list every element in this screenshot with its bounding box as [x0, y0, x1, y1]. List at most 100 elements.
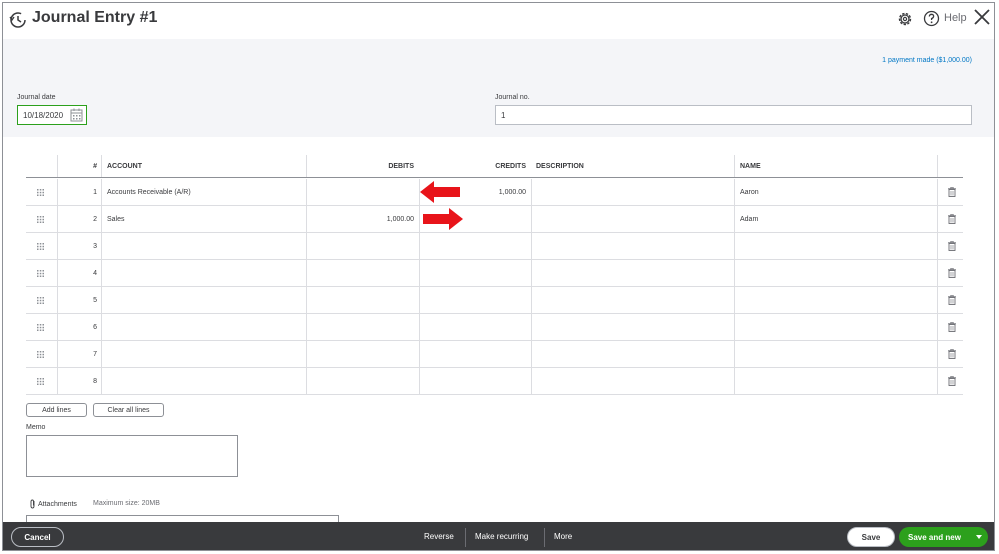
cell-name[interactable]: Adam	[734, 206, 937, 232]
cell-drag[interactable]	[26, 287, 57, 313]
cell-account[interactable]	[101, 314, 306, 340]
gear-icon[interactable]	[896, 10, 914, 28]
cell-credits[interactable]	[419, 287, 531, 313]
cell-credits[interactable]	[419, 314, 531, 340]
cell-drag[interactable]	[26, 314, 57, 340]
cell-drag[interactable]	[26, 341, 57, 367]
cell-account[interactable]	[101, 368, 306, 394]
drag-handle-icon[interactable]	[37, 216, 44, 223]
cell-line-number: 6	[57, 314, 101, 340]
cell-debits[interactable]	[306, 314, 419, 340]
cell-debits[interactable]	[306, 341, 419, 367]
header-description: DESCRIPTION	[536, 163, 584, 170]
close-icon[interactable]	[973, 8, 991, 26]
cell-debits[interactable]: 1,000.00	[306, 206, 419, 232]
cell-drag[interactable]	[26, 233, 57, 259]
cell-delete	[937, 368, 963, 394]
help-label[interactable]: Help	[944, 12, 967, 24]
footer-bar: Cancel Reverse Make recurring More Save …	[3, 522, 994, 550]
cell-credits[interactable]	[419, 260, 531, 286]
trash-icon[interactable]	[948, 322, 956, 332]
cell-description[interactable]	[531, 233, 734, 259]
journal-no-field[interactable]: 1	[495, 105, 972, 125]
table-row[interactable]: 1 Accounts Receivable (A/R) 1,000.00 Aaron	[26, 179, 963, 206]
help-circle-icon[interactable]	[923, 10, 940, 27]
cell-line-number: 8	[57, 368, 101, 394]
trash-icon[interactable]	[948, 295, 956, 305]
calendar-icon[interactable]	[70, 108, 83, 122]
cell-delete	[937, 341, 963, 367]
cell-description[interactable]	[531, 260, 734, 286]
cell-drag[interactable]	[26, 179, 57, 205]
drag-handle-icon[interactable]	[37, 324, 44, 331]
cell-name[interactable]	[734, 233, 937, 259]
cell-account[interactable]: Sales	[101, 206, 306, 232]
cell-account[interactable]	[101, 287, 306, 313]
drag-handle-icon[interactable]	[37, 351, 44, 358]
table-row[interactable]: 5	[26, 287, 963, 314]
clear-all-lines-button[interactable]: Clear all lines	[93, 403, 164, 417]
trash-icon[interactable]	[948, 349, 956, 359]
table-row[interactable]: 8	[26, 368, 963, 395]
trash-icon[interactable]	[948, 376, 956, 386]
trash-icon[interactable]	[948, 187, 956, 197]
header-debits: DEBITS	[306, 155, 419, 177]
drag-handle-icon[interactable]	[37, 189, 44, 196]
table-row[interactable]: 7	[26, 341, 963, 368]
journal-date-value: 10/18/2020	[23, 111, 64, 120]
cell-debits[interactable]	[306, 368, 419, 394]
cell-description[interactable]	[531, 179, 734, 205]
journal-history-icon	[9, 12, 26, 28]
drag-handle-icon[interactable]	[37, 243, 44, 250]
cell-delete	[937, 314, 963, 340]
journal-date-field[interactable]: 10/18/2020	[17, 105, 87, 125]
table-row[interactable]: 3	[26, 233, 963, 260]
table-row[interactable]: 4	[26, 260, 963, 287]
cell-name[interactable]	[734, 314, 937, 340]
cell-debits[interactable]	[306, 179, 419, 205]
cell-name[interactable]: Aaron	[734, 179, 937, 205]
cell-credits[interactable]	[419, 233, 531, 259]
cell-description[interactable]	[531, 287, 734, 313]
cell-name[interactable]	[734, 368, 937, 394]
cell-account[interactable]	[101, 260, 306, 286]
cell-name[interactable]	[734, 287, 937, 313]
trash-icon[interactable]	[948, 268, 956, 278]
cell-credits[interactable]	[419, 368, 531, 394]
cancel-button[interactable]: Cancel	[11, 527, 64, 547]
make-recurring-button[interactable]: Make recurring	[475, 532, 528, 541]
cell-debits[interactable]	[306, 233, 419, 259]
cell-credits[interactable]	[419, 341, 531, 367]
header-account: ACCOUNT	[101, 155, 306, 177]
trash-icon[interactable]	[948, 241, 956, 251]
cell-name[interactable]	[734, 260, 937, 286]
cell-description[interactable]	[531, 206, 734, 232]
cell-drag[interactable]	[26, 206, 57, 232]
cell-name[interactable]	[734, 341, 937, 367]
reverse-button[interactable]: Reverse	[424, 532, 454, 541]
chevron-down-icon[interactable]	[976, 535, 982, 539]
cell-description[interactable]	[531, 368, 734, 394]
cell-debits[interactable]	[306, 287, 419, 313]
table-row[interactable]: 2 Sales 1,000.00 Adam	[26, 206, 963, 233]
cell-drag[interactable]	[26, 260, 57, 286]
save-button[interactable]: Save	[847, 527, 895, 547]
trash-icon[interactable]	[948, 214, 956, 224]
cell-drag[interactable]	[26, 368, 57, 394]
save-and-new-button[interactable]: Save and new	[899, 527, 988, 547]
more-button[interactable]: More	[554, 532, 572, 541]
drag-handle-icon[interactable]	[37, 270, 44, 277]
drag-handle-icon[interactable]	[37, 297, 44, 304]
table-row[interactable]: 6	[26, 314, 963, 341]
cell-debits[interactable]	[306, 260, 419, 286]
cell-line-number: 4	[57, 260, 101, 286]
payment-made-link[interactable]: 1 payment made ($1,000.00)	[882, 57, 972, 64]
cell-account[interactable]	[101, 341, 306, 367]
memo-textarea[interactable]	[26, 435, 238, 477]
cell-description[interactable]	[531, 314, 734, 340]
cell-description[interactable]	[531, 341, 734, 367]
cell-account[interactable]: Accounts Receivable (A/R)	[101, 179, 306, 205]
add-lines-button[interactable]: Add lines	[26, 403, 87, 417]
drag-handle-icon[interactable]	[37, 378, 44, 385]
cell-account[interactable]	[101, 233, 306, 259]
